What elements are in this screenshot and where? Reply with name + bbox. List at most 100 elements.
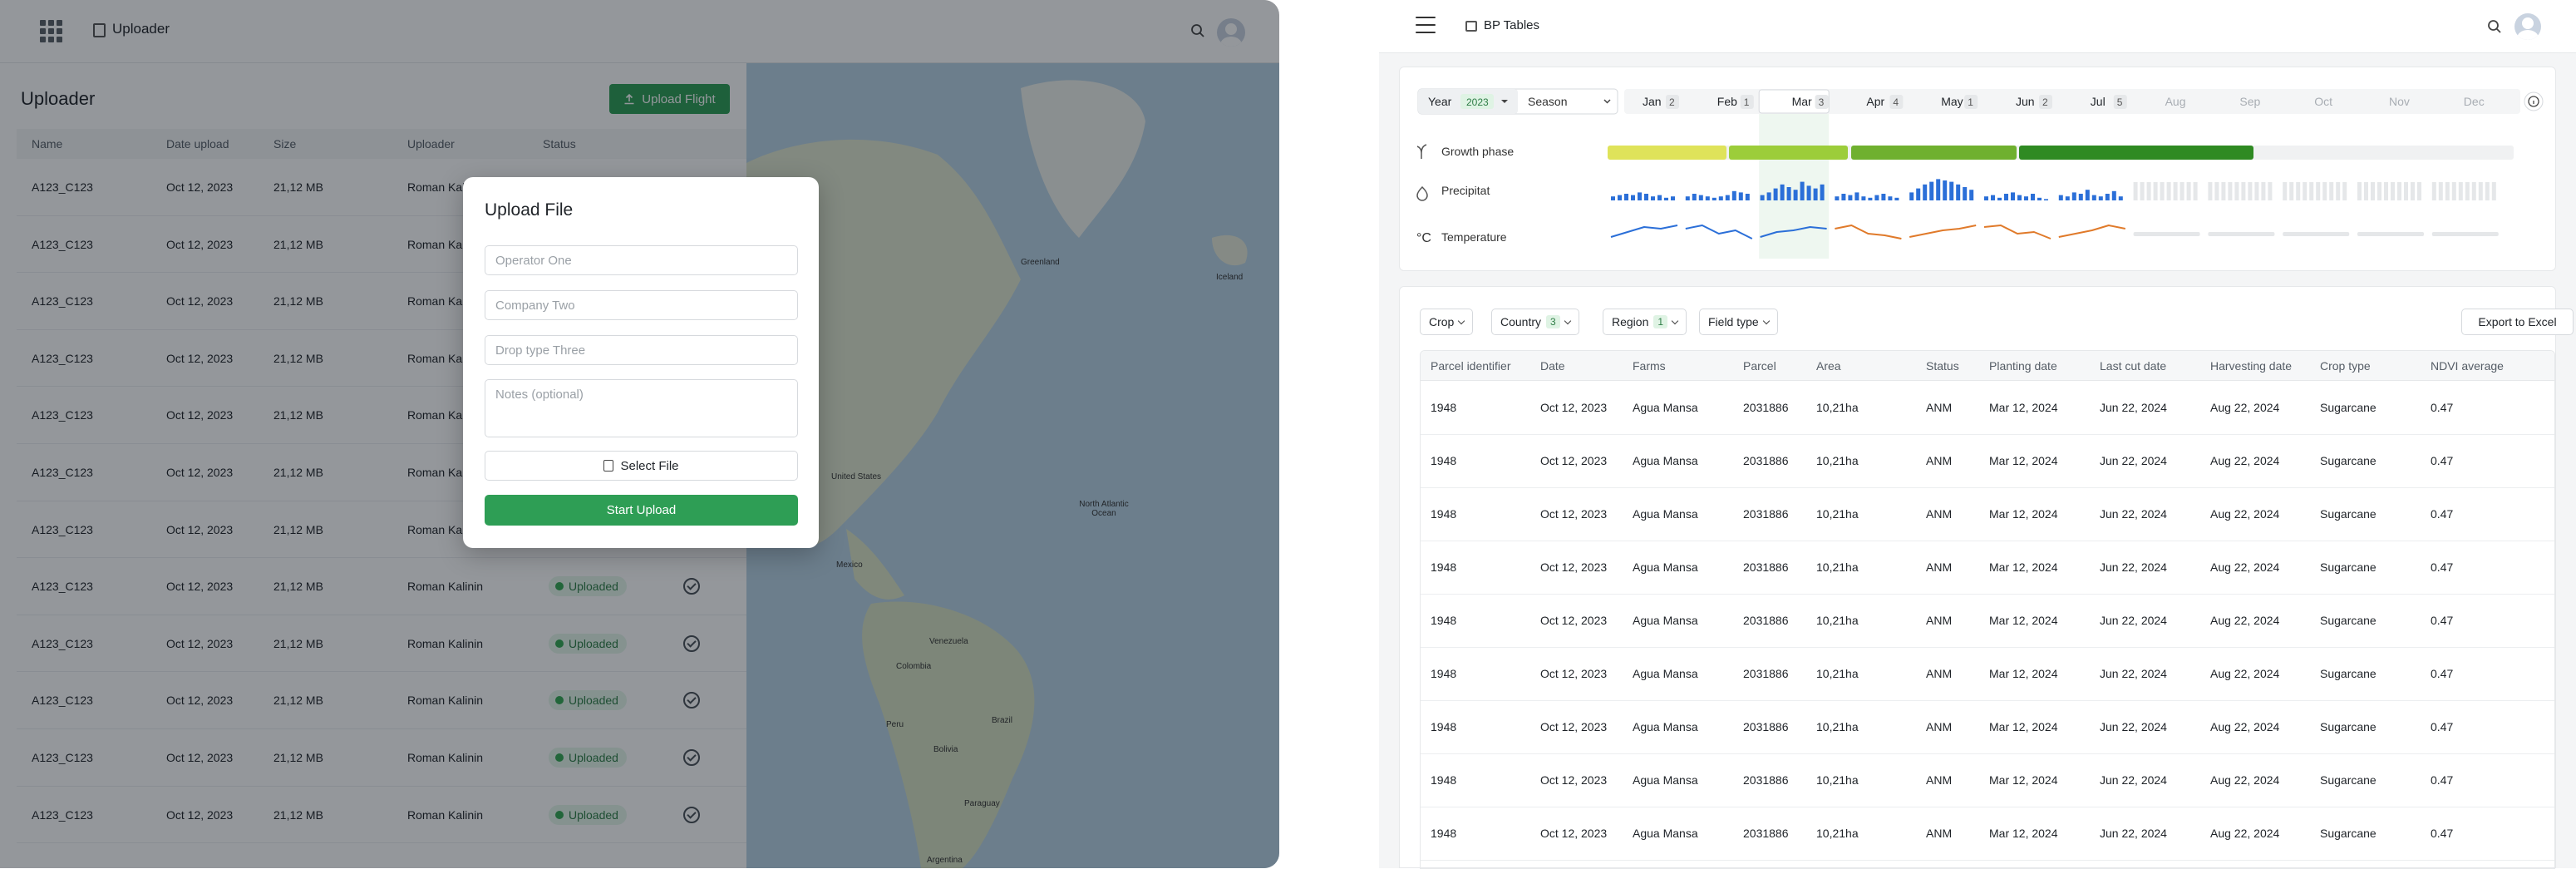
table-icon xyxy=(1465,21,1477,32)
precipitation-placeholder-bar xyxy=(2228,182,2233,200)
table-cell: Agua Mansa xyxy=(1633,560,1698,574)
table-cell: Agua Mansa xyxy=(1633,773,1698,787)
precipitation-placeholder-bar xyxy=(2316,182,2321,200)
precipitation-placeholder-bar xyxy=(2254,182,2259,200)
precipitation-placeholder-bar xyxy=(2261,182,2266,200)
precipitation-bar xyxy=(1644,194,1648,200)
export-to-excel-button[interactable]: Export to Excel xyxy=(2461,309,2574,335)
month-tab-oct[interactable] xyxy=(2299,91,2371,112)
precipitation-bar xyxy=(1618,195,1622,200)
menu-icon[interactable] xyxy=(1416,17,1436,35)
precipitation-placeholder-bar xyxy=(2166,182,2171,200)
table-cell: ANM xyxy=(1926,614,1953,627)
precipitation-bar xyxy=(1725,195,1730,200)
table-cell: Mar 12, 2024 xyxy=(1989,720,2058,733)
table-cell: Aug 22, 2024 xyxy=(2210,720,2280,733)
precipitation-bar xyxy=(2065,196,2070,200)
precipitation-bar xyxy=(1868,197,1873,200)
table-cell: 1948 xyxy=(1431,560,1457,574)
month-tab-apr[interactable] xyxy=(1851,91,1923,112)
table-cell: ANM xyxy=(1926,773,1953,787)
col-last-cut-date[interactable]: Last cut date xyxy=(2100,359,2166,373)
precipitation-bar xyxy=(1638,192,1642,200)
table-cell: Jun 22, 2024 xyxy=(2100,773,2167,787)
month-label: Nov xyxy=(2389,95,2410,108)
table-row[interactable]: 1948 Oct 12, 2023 Agua Mansa 2031886 10,21ha… xyxy=(1421,435,2554,488)
operator-input[interactable]: Operator One xyxy=(485,245,798,275)
month-tab-nov[interactable] xyxy=(2374,91,2445,112)
filter-count-badge: 1 xyxy=(1653,315,1668,328)
precipitation-placeholder-bar xyxy=(2180,182,2184,200)
filter-field-type[interactable]: Field type xyxy=(1699,309,1778,335)
filter-region[interactable]: Region 1 xyxy=(1603,309,1687,335)
precipitation-bar xyxy=(1936,179,1941,200)
month-count: 4 xyxy=(1893,96,1899,108)
table-cell: Aug 22, 2024 xyxy=(2210,667,2280,680)
table-cell: Oct 12, 2023 xyxy=(1540,720,1608,733)
col-area[interactable]: Area xyxy=(1816,359,1841,373)
month-tab-feb[interactable] xyxy=(1702,91,1774,112)
table-cell: 0.47 xyxy=(2431,827,2454,840)
month-tab-sep[interactable] xyxy=(2224,91,2296,112)
precipitation-bar xyxy=(2037,197,2042,200)
month-tab-jun[interactable] xyxy=(2001,91,2072,112)
precipitation-bar xyxy=(1894,197,1899,200)
table-row[interactable]: 1948 Oct 12, 2023 Agua Mansa 2031886 10,21ha… xyxy=(1421,648,2554,701)
month-tab-jan[interactable] xyxy=(1628,91,1699,112)
col-ndvi-average[interactable]: NDVI average xyxy=(2431,359,2504,373)
col-crop-type[interactable]: Crop type xyxy=(2320,359,2371,373)
col-planting-date[interactable]: Planting date xyxy=(1989,359,2057,373)
table-row[interactable]: 1948 Oct 12, 2023 Agua Mansa 2031886 10,21ha… xyxy=(1421,807,2554,861)
precipitation-bar xyxy=(1835,196,1840,200)
precipitation-placeholder-bar xyxy=(2289,182,2294,200)
precipitation-bar xyxy=(2078,194,2083,200)
month-count: 3 xyxy=(1819,96,1825,108)
precipitation-bar xyxy=(1651,196,1655,200)
col-harvesting-date[interactable]: Harvesting date xyxy=(2210,359,2292,373)
filter-crop[interactable]: Crop xyxy=(1420,309,1474,335)
search-icon[interactable] xyxy=(2487,19,2502,34)
table-cell: 10,21ha xyxy=(1816,720,1859,733)
col-parcel-identifier[interactable]: Parcel identifier xyxy=(1431,359,1511,373)
col-status[interactable]: Status xyxy=(1926,359,1959,373)
table-cell: 2031886 xyxy=(1743,507,1789,521)
table-cell: 0.47 xyxy=(2431,401,2454,414)
precipitation-placeholder-bar xyxy=(2438,182,2443,200)
table-row[interactable]: 1948 Oct 12, 2023 Agua Mansa 2031886 10,21ha… xyxy=(1421,701,2554,754)
table-cell: 0.47 xyxy=(2431,720,2454,733)
precipitation-bar xyxy=(2031,194,2035,200)
month-label: Jun xyxy=(2016,95,2035,108)
col-date[interactable]: Date xyxy=(1540,359,1565,373)
month-label: Sep xyxy=(2239,95,2260,108)
temperature-placeholder xyxy=(2431,232,2499,236)
select-file-button[interactable]: Select File xyxy=(485,451,798,481)
month-tab-mar[interactable] xyxy=(1777,91,1849,112)
growth-phase-segment xyxy=(1608,146,1726,160)
filter-country[interactable]: Country 3 xyxy=(1491,309,1579,335)
start-upload-button[interactable]: Start Upload xyxy=(485,495,798,526)
bp-tables-window: BP Tables Year 2023 Season Jan 2 Feb 1 Mar 3 Apr 4… xyxy=(1379,0,2576,869)
month-tab-jul[interactable] xyxy=(2076,91,2147,112)
month-tab-dec[interactable] xyxy=(2449,91,2520,112)
table-row[interactable]: 1948 Oct 12, 2023 Agua Mansa 2031886 10,21ha… xyxy=(1421,488,2554,541)
temperature-placeholder xyxy=(2208,232,2275,236)
notes-textarea[interactable]: Notes (optional) xyxy=(485,379,798,437)
parcels-table: Parcel identifier Date Farms Parcel Area Stat… xyxy=(1420,350,2555,869)
col-farms[interactable]: Farms xyxy=(1633,359,1666,373)
company-input[interactable]: Company Two xyxy=(485,290,798,320)
table-row[interactable]: 1948 Oct 12, 2023 Agua Mansa 2031886 10,21ha… xyxy=(1421,595,2554,648)
precipitation-placeholder-bar xyxy=(2371,182,2375,200)
drop-type-input[interactable]: Drop type Three xyxy=(485,335,798,365)
season-label[interactable]: Season xyxy=(1528,95,1567,108)
avatar[interactable] xyxy=(2514,13,2541,40)
precipitation-bar xyxy=(1806,185,1811,200)
precipitation-bar xyxy=(2111,190,2116,200)
col-parcel[interactable]: Parcel xyxy=(1743,359,1776,373)
month-tab-aug[interactable] xyxy=(2150,91,2222,112)
row-label-precipitation: Precipitat xyxy=(1441,184,1490,197)
table-row[interactable]: 1948 Oct 12, 2023 Agua Mansa 2031886 10,21ha… xyxy=(1421,382,2554,435)
filter-label: Field type xyxy=(1708,315,1759,328)
table-row[interactable]: 1948 Oct 12, 2023 Agua Mansa 2031886 10,21ha… xyxy=(1421,541,2554,595)
precipitation-bar xyxy=(1881,194,1886,200)
table-row[interactable]: 1948 Oct 12, 2023 Agua Mansa 2031886 10,21ha… xyxy=(1421,754,2554,807)
